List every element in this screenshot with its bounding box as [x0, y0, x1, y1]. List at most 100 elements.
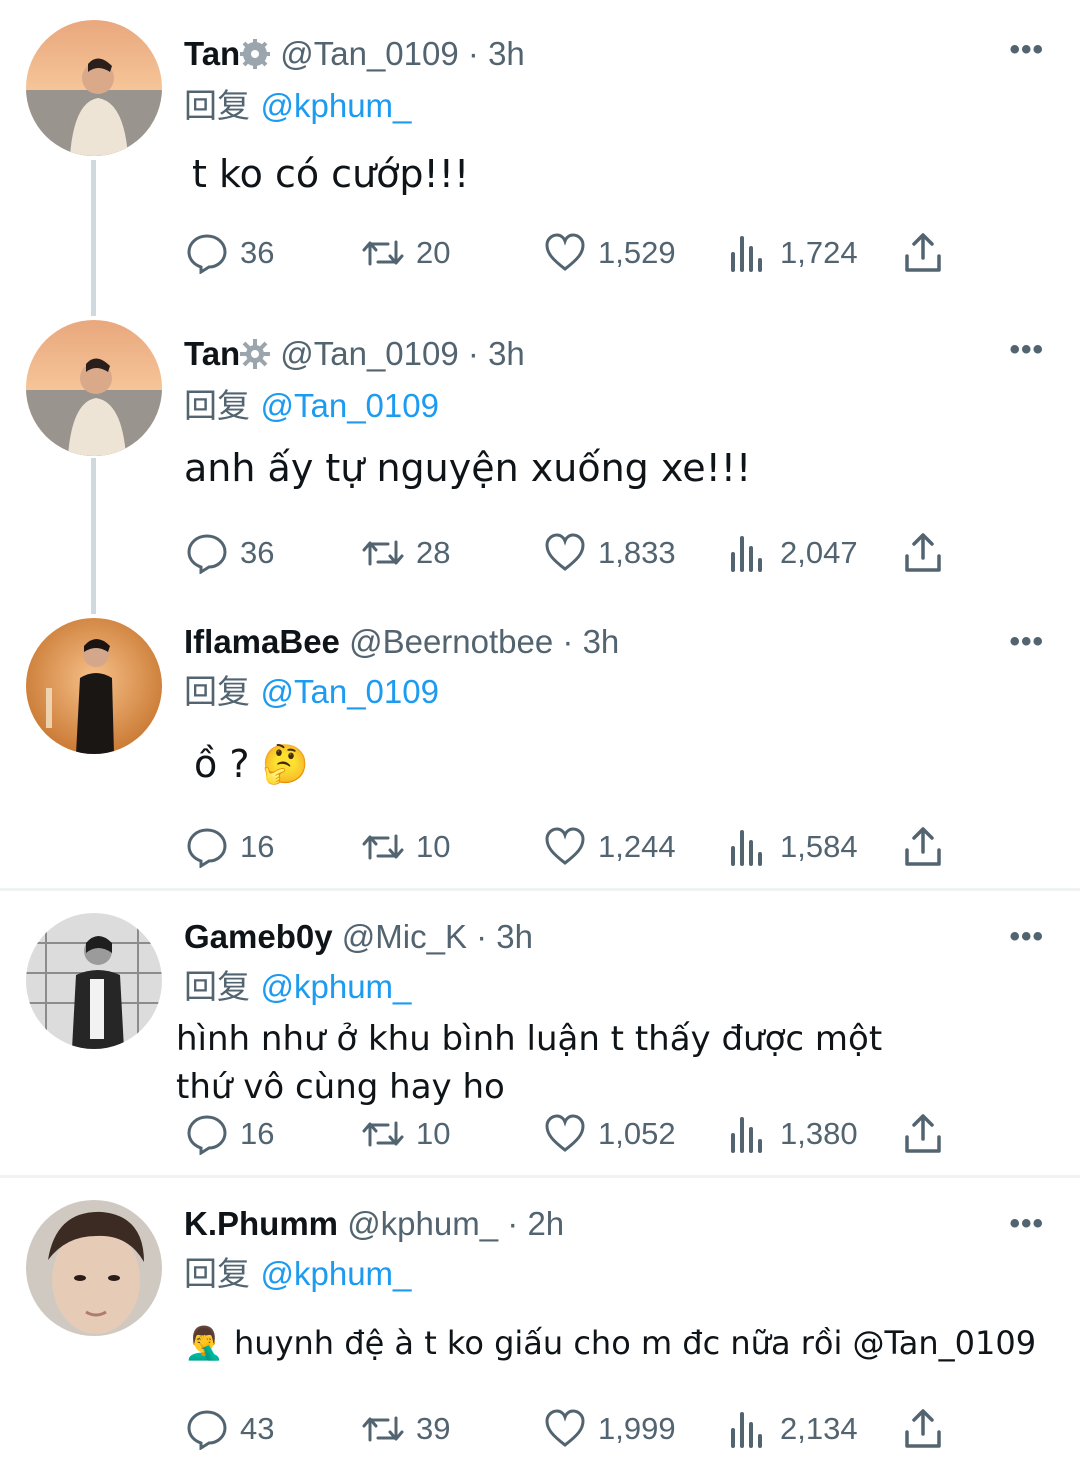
- author-name[interactable]: IflamaBee: [184, 623, 340, 660]
- more-options-icon[interactable]: •••: [1009, 627, 1044, 657]
- retweet-count: 10: [416, 829, 451, 864]
- retweet-count: 28: [416, 535, 451, 570]
- author-name[interactable]: K.Phumm: [184, 1205, 338, 1242]
- reply-context: 回复 @Tan_0109: [184, 672, 439, 712]
- views-count: 2,134: [780, 1411, 858, 1446]
- reply-count: 43: [240, 1411, 275, 1446]
- share-icon: [905, 533, 941, 572]
- more-options-icon[interactable]: •••: [1009, 1209, 1044, 1239]
- reply-icon: [187, 828, 227, 868]
- reply-icon: [187, 534, 227, 574]
- views-button[interactable]: 1,584: [726, 826, 858, 868]
- retweet-button[interactable]: 28: [362, 532, 450, 574]
- more-options-icon[interactable]: •••: [1009, 922, 1044, 952]
- author-handle[interactable]: @Tan_0109: [280, 335, 458, 372]
- reply-mention-link[interactable]: @Tan_0109: [261, 387, 439, 424]
- retweet-count: 10: [416, 1116, 451, 1151]
- reply-icon: [187, 234, 227, 274]
- tweet[interactable]: Gameb0y @Mic_K · 3h ••• 回复 @kphum_ hình …: [0, 891, 1080, 1175]
- views-button[interactable]: 1,380: [726, 1113, 858, 1155]
- tweet-text-content: t ko có cướp!!!: [192, 152, 470, 196]
- retweet-count: 20: [416, 235, 451, 270]
- tweet-text: 🤦‍♂️ huynh đệ à t ko giấu cho m đc nữa r…: [184, 1322, 1036, 1364]
- tweet-mention-link[interactable]: @Tan_0109: [853, 1324, 1037, 1362]
- author-handle[interactable]: @Beernotbee: [349, 623, 553, 660]
- share-button[interactable]: [902, 232, 944, 274]
- reply-mention-link[interactable]: @kphum_: [261, 968, 412, 1005]
- views-button[interactable]: 2,134: [726, 1408, 858, 1450]
- retweet-button[interactable]: 20: [362, 232, 450, 274]
- gear-badge-icon: [240, 38, 271, 78]
- retweet-button[interactable]: 39: [362, 1408, 450, 1450]
- like-button[interactable]: 1,999: [544, 1408, 676, 1450]
- views-count: 1,584: [780, 829, 858, 864]
- gear-badge-icon: [240, 338, 271, 378]
- author-name[interactable]: Tan: [184, 35, 240, 72]
- tweet-actions: 16 10 1,244 1,584: [186, 826, 966, 870]
- timestamp[interactable]: 3h: [488, 35, 525, 72]
- timestamp[interactable]: 3h: [496, 918, 533, 955]
- avatar[interactable]: [26, 913, 162, 1049]
- author-handle[interactable]: @Mic_K: [342, 918, 467, 955]
- like-button[interactable]: 1,833: [544, 532, 676, 574]
- like-count: 1,244: [598, 829, 676, 864]
- reply-button[interactable]: 36: [186, 532, 274, 574]
- timestamp[interactable]: 3h: [583, 623, 620, 660]
- like-button[interactable]: 1,244: [544, 826, 676, 868]
- reply-context: 回复 @Tan_0109: [184, 386, 439, 426]
- reply-mention-link[interactable]: @kphum_: [261, 1255, 412, 1292]
- reply-prefix: 回复: [184, 1254, 250, 1293]
- tweet-actions: 36 20 1,529 1,724: [186, 232, 966, 276]
- author-handle[interactable]: @Tan_0109: [280, 35, 458, 72]
- views-count: 1,724: [780, 235, 858, 270]
- reply-icon: [187, 1115, 227, 1155]
- tweet[interactable]: K.Phumm @kphum_ · 2h ••• 回复 @kphum_ 🤦‍♂️…: [0, 1178, 1080, 1473]
- like-button[interactable]: 1,529: [544, 232, 676, 274]
- author-handle[interactable]: @kphum_: [347, 1205, 498, 1242]
- share-icon: [905, 1409, 941, 1448]
- tweet[interactable]: Tan @Tan_0109 · 3h ••• 回复 @kphum_ t ko có…: [0, 0, 1080, 300]
- share-icon: [905, 233, 941, 272]
- like-button[interactable]: 1,052: [544, 1113, 676, 1155]
- avatar[interactable]: [26, 320, 162, 456]
- tweet-text: ồ ? 🤔: [194, 740, 309, 788]
- more-options-icon[interactable]: •••: [1009, 35, 1044, 65]
- author-name[interactable]: Gameb0y: [184, 918, 333, 955]
- views-count: 2,047: [780, 535, 858, 570]
- avatar[interactable]: [26, 20, 162, 156]
- author-name[interactable]: Tan: [184, 335, 240, 372]
- views-button[interactable]: 2,047: [726, 532, 858, 574]
- views-chart-icon: [731, 536, 762, 572]
- reply-prefix: 回复: [184, 672, 250, 711]
- views-count: 1,380: [780, 1116, 858, 1151]
- reply-mention-link[interactable]: @kphum_: [261, 87, 412, 124]
- reply-count: 16: [240, 829, 275, 864]
- tweet[interactable]: Tan @Tan_0109 · 3h ••• 回复 @Tan_0109 anh ấ…: [0, 300, 1080, 600]
- reply-context: 回复 @kphum_: [184, 1254, 411, 1294]
- reply-mention-link[interactable]: @Tan_0109: [261, 673, 439, 710]
- retweet-button[interactable]: 10: [362, 1113, 450, 1155]
- retweet-icon: [362, 834, 404, 860]
- share-icon: [905, 1114, 941, 1153]
- tweet[interactable]: IflamaBee @Beernotbee · 3h ••• 回复 @Tan_0…: [0, 600, 1080, 888]
- share-button[interactable]: [902, 532, 944, 574]
- more-options-icon[interactable]: •••: [1009, 335, 1044, 365]
- share-button[interactable]: [902, 1408, 944, 1450]
- heart-icon: [545, 1114, 585, 1152]
- reply-button[interactable]: 43: [186, 1408, 274, 1450]
- retweet-button[interactable]: 10: [362, 826, 450, 868]
- share-button[interactable]: [902, 826, 944, 868]
- retweet-icon: [362, 1121, 404, 1147]
- avatar[interactable]: [26, 618, 162, 754]
- tweet-text: hình như ở khu bình luận t thấy được một…: [176, 1015, 882, 1111]
- timestamp[interactable]: 3h: [488, 335, 525, 372]
- views-button[interactable]: 1,724: [726, 232, 858, 274]
- timestamp[interactable]: 2h: [527, 1205, 564, 1242]
- reply-prefix: 回复: [184, 386, 250, 425]
- avatar[interactable]: [26, 1200, 162, 1336]
- facepalm-emoji: 🤦‍♂️: [184, 1324, 224, 1362]
- reply-button[interactable]: 36: [186, 232, 274, 274]
- reply-button[interactable]: 16: [186, 1113, 274, 1155]
- reply-button[interactable]: 16: [186, 826, 274, 868]
- share-button[interactable]: [902, 1113, 944, 1155]
